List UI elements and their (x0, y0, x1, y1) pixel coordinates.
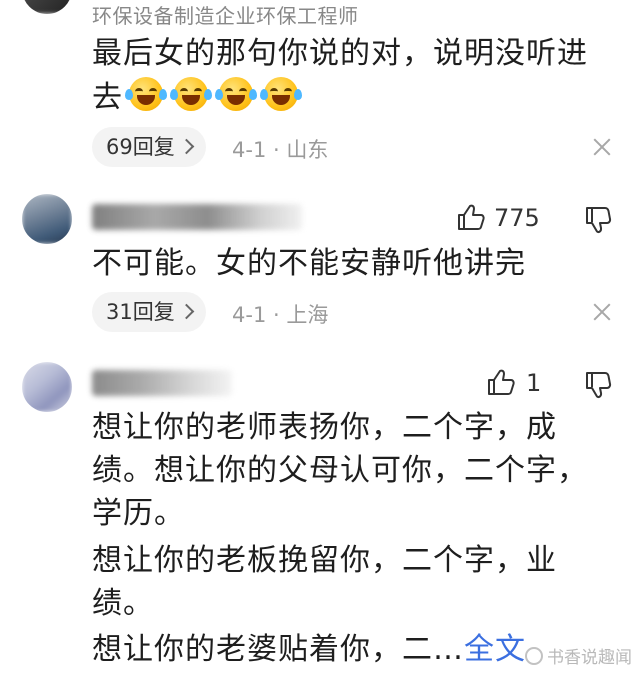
laughing-tears-emoji (215, 77, 257, 111)
comment-text-line: 想让你的老婆贴着你，二…全文 (92, 628, 526, 671)
replies-button[interactable]: 69回复 (92, 127, 206, 167)
meta-separator: · (273, 138, 280, 162)
avatar[interactable] (22, 362, 72, 412)
like-button[interactable]: 775 (456, 200, 546, 236)
watermark: 书香说趣闻 (525, 643, 632, 668)
comment-meta: 4-1 · 山东 (232, 134, 328, 164)
replies-label: 69回复 (106, 135, 175, 159)
comment-location: 上海 (286, 303, 329, 327)
close-icon[interactable] (592, 137, 612, 157)
comment-text: 去 (92, 80, 123, 115)
comment-text-truncated: 想让你的老婆贴着你，二… (92, 632, 464, 667)
replies-label: 31回复 (106, 300, 175, 324)
thumbs-up-icon (488, 369, 515, 395)
expand-full-text-link[interactable]: 全文 (464, 632, 526, 667)
chevron-right-icon (178, 138, 195, 155)
username[interactable] (92, 204, 302, 230)
watermark-text: 书香说趣闻 (547, 648, 632, 668)
watermark-logo-icon (525, 647, 543, 665)
thumbs-up-icon (458, 204, 485, 230)
comment-date: 4-1 (232, 303, 267, 327)
laughing-tears-emoji (125, 77, 167, 111)
replies-button[interactable]: 31回复 (92, 292, 206, 332)
avatar[interactable] (22, 0, 72, 14)
laughing-tears-emoji (260, 77, 302, 111)
like-button[interactable]: 1 (486, 365, 546, 401)
thumbs-down-icon[interactable] (582, 369, 612, 399)
avatar[interactable] (22, 194, 72, 244)
username[interactable] (92, 370, 232, 396)
thumbs-down-icon[interactable] (582, 204, 612, 234)
meta-separator: · (273, 303, 280, 327)
comment-3: 1 想让你的老师表扬你，二个字，成 绩。想让你的父母认可你，二个字， 学历。 想… (0, 350, 640, 682)
comment-text-line: 绩。想让你的父母认可你，二个字， (92, 453, 588, 488)
comment-text-line: 学历。 (92, 496, 185, 531)
chevron-right-icon (178, 303, 195, 320)
comment-location: 山东 (286, 138, 329, 162)
comment-text-line: 想让你的老师表扬你，二个字，成 (92, 410, 557, 445)
close-icon[interactable] (592, 302, 612, 322)
comment-2: 775 不可能。女的不能安静听他讲完 31回复 4-1 · 上海 (0, 180, 640, 350)
comment-1: 环保设备制造企业环保工程师 最后女的那句你说的对，说明没听进 去 69回复 4-… (0, 0, 640, 180)
comment-meta: 4-1 · 上海 (232, 299, 328, 329)
like-count: 1 (526, 369, 542, 397)
comment-text: 不可能。女的不能安静听他讲完 (92, 246, 526, 281)
comment-text-line: 最后女的那句你说的对，说明没听进 (92, 36, 588, 71)
comment-text-line: 绩。 (92, 586, 154, 621)
like-count: 775 (494, 204, 540, 232)
comment-text-line: 想让你的老板挽留你，二个字，业 (92, 543, 557, 578)
username[interactable]: 环保设备制造企业环保工程师 (92, 0, 359, 29)
comment-text-line: 去 (92, 76, 309, 119)
comment-date: 4-1 (232, 138, 267, 162)
laughing-tears-emoji (170, 77, 212, 111)
